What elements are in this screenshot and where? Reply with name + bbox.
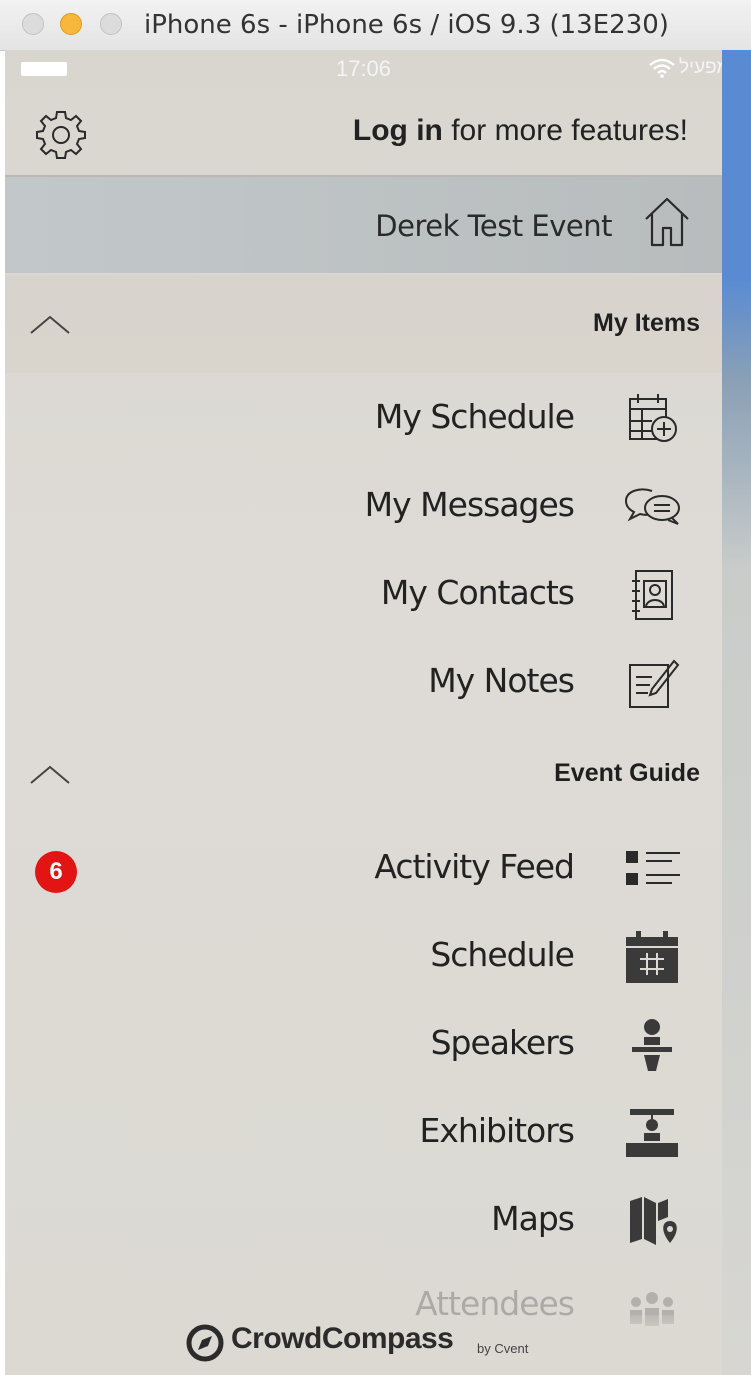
calendar-icon bbox=[626, 931, 678, 983]
event-home-row[interactable]: Derek Test Event bbox=[5, 177, 722, 273]
menu-item-my-notes[interactable]: My Notes bbox=[5, 639, 722, 727]
background-app-edge[interactable] bbox=[722, 50, 751, 1375]
gear-icon[interactable] bbox=[35, 108, 87, 160]
menu-item-label: Speakers bbox=[430, 1023, 575, 1062]
brand-footer: CrowdCompass by Cvent bbox=[5, 1315, 722, 1375]
chat-bubbles-icon bbox=[624, 488, 680, 525]
menu-item-label: Exhibitors bbox=[419, 1111, 575, 1150]
brand-byline: by Cvent bbox=[477, 1341, 529, 1356]
speaker-podium-icon bbox=[632, 1019, 672, 1071]
chevron-up-icon[interactable] bbox=[29, 763, 71, 785]
window-title: iPhone 6s - iPhone 6s / iOS 9.3 (13E230) bbox=[144, 10, 669, 40]
section-header-my-items[interactable]: My Items bbox=[5, 275, 722, 373]
section-header-event-guide[interactable]: Event Guide bbox=[5, 725, 722, 823]
side-drawer: 17:06 מפעיל Log in for more features! De… bbox=[5, 50, 722, 1375]
menu-item-my-schedule[interactable]: My Schedule bbox=[5, 375, 722, 463]
menu-item-activity-feed[interactable]: 6 Activity Feed bbox=[5, 825, 722, 913]
menu-item-label: My Notes bbox=[428, 661, 575, 700]
menu-item-exhibitors[interactable]: Exhibitors bbox=[5, 1089, 722, 1177]
menu-item-label: Schedule bbox=[430, 935, 575, 974]
map-pin-icon bbox=[630, 1197, 677, 1245]
window-minimize-button[interactable] bbox=[60, 13, 82, 35]
brand-name: CrowdCompass bbox=[231, 1322, 454, 1355]
address-book-icon bbox=[632, 570, 673, 620]
status-bar: 17:06 מפעיל bbox=[5, 50, 722, 90]
section-title-my-items: My Items bbox=[593, 309, 700, 337]
window-zoom-button[interactable] bbox=[100, 13, 122, 35]
menu-item-maps[interactable]: Maps bbox=[5, 1177, 722, 1265]
menu-item-my-contacts[interactable]: My Contacts bbox=[5, 551, 722, 639]
menu-item-schedule[interactable]: Schedule bbox=[5, 913, 722, 1001]
status-time: 17:06 bbox=[335, 56, 392, 81]
notes-icon bbox=[629, 659, 680, 708]
menu-item-label: My Contacts bbox=[380, 573, 575, 612]
event-name: Derek Test Event bbox=[375, 209, 612, 243]
exhibitor-booth-icon bbox=[626, 1109, 678, 1157]
drawer-header: Log in for more features! bbox=[5, 90, 722, 177]
menu-item-my-messages[interactable]: My Messages bbox=[5, 463, 722, 551]
wifi-icon bbox=[649, 58, 675, 78]
login-prompt-text: for more features! bbox=[442, 114, 688, 147]
crowdcompass-logo-icon bbox=[186, 1324, 224, 1362]
menu-item-label: My Messages bbox=[364, 485, 575, 524]
window-close-button[interactable] bbox=[22, 13, 44, 35]
simulator-titlebar: iPhone 6s - iPhone 6s / iOS 9.3 (13E230) bbox=[0, 0, 751, 51]
menu-item-speakers[interactable]: Speakers bbox=[5, 1001, 722, 1089]
login-prompt[interactable]: Log in for more features! bbox=[353, 114, 688, 148]
login-link[interactable]: Log in bbox=[353, 114, 443, 147]
calendar-add-icon bbox=[629, 394, 677, 442]
menu-item-label: My Schedule bbox=[374, 397, 575, 436]
carrier-name: מפעיל bbox=[679, 57, 722, 78]
section-title-event-guide: Event Guide bbox=[554, 759, 700, 787]
home-icon bbox=[645, 197, 689, 247]
chevron-up-icon[interactable] bbox=[29, 313, 71, 335]
menu-item-label: Activity Feed bbox=[374, 847, 575, 886]
menu-item-label: Maps bbox=[491, 1199, 575, 1238]
activity-list-icon bbox=[626, 851, 680, 885]
notification-badge: 6 bbox=[35, 851, 77, 893]
